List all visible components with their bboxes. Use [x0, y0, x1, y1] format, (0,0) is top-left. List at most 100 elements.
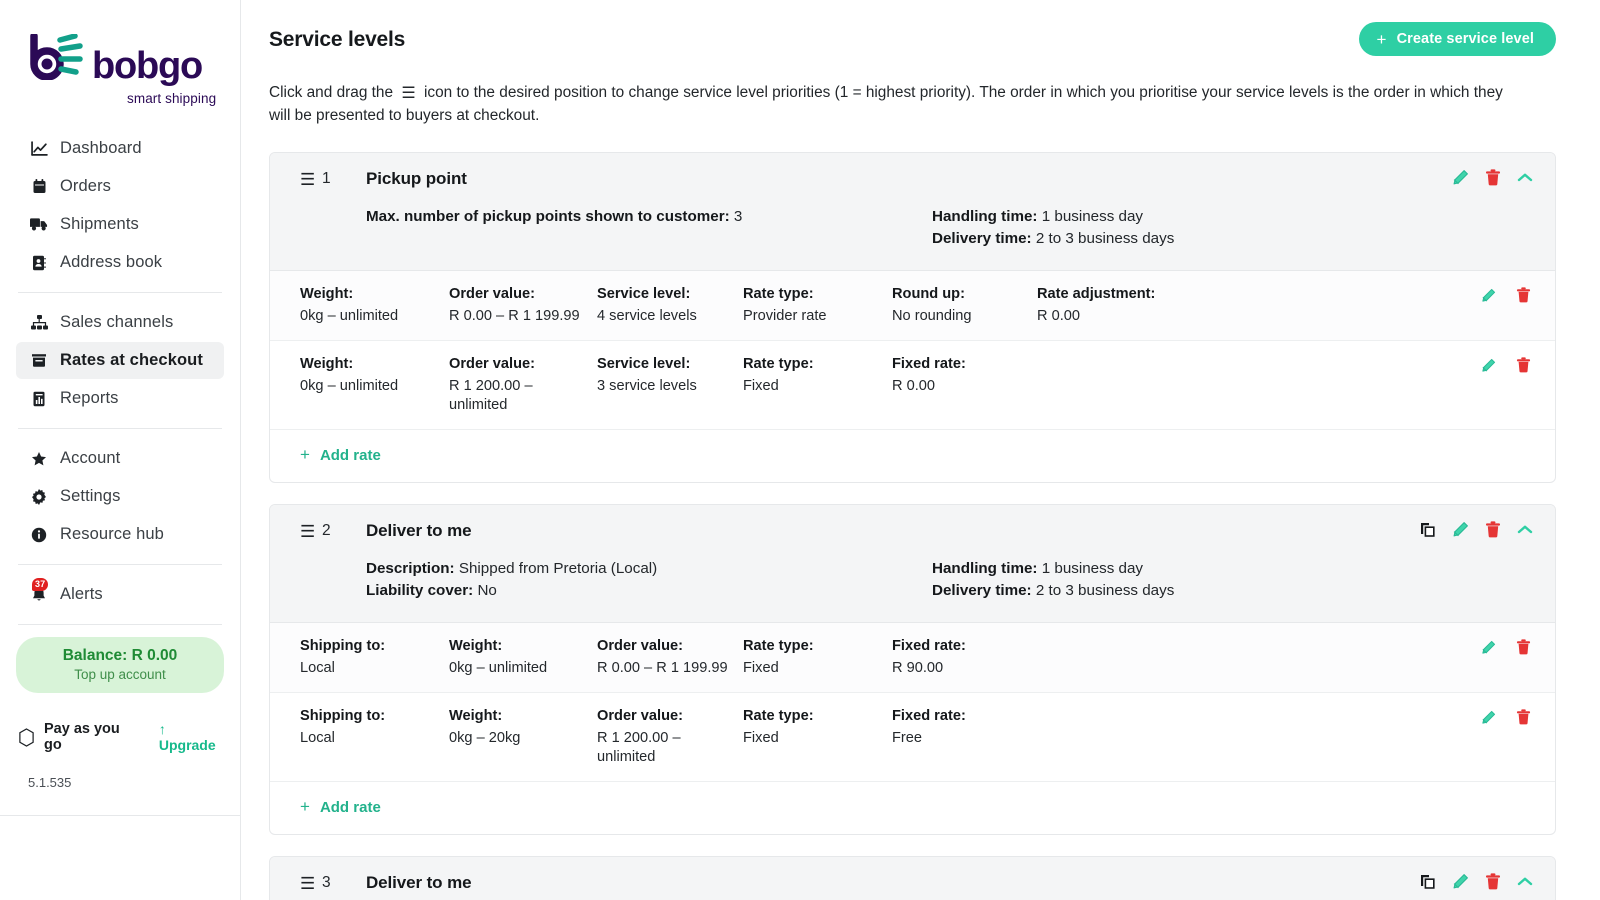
sidebar-item-alerts[interactable]: 37 Alerts — [16, 576, 224, 613]
sidebar-bottom-divider — [0, 815, 240, 816]
collapse-icon[interactable] — [1517, 876, 1533, 887]
sidebar-item-label: Reports — [60, 389, 118, 408]
rate-cell: Service level: 4 service levels — [597, 285, 743, 326]
sidebar-item-resource-hub[interactable]: Resource hub — [16, 516, 224, 553]
sidebar-item-rates-at-checkout[interactable]: Rates at checkout — [16, 342, 224, 379]
delete-icon[interactable] — [1516, 357, 1531, 373]
sidebar-item-shipments[interactable]: Shipments — [16, 206, 224, 243]
store-icon — [30, 352, 48, 370]
edit-icon[interactable] — [1481, 358, 1496, 373]
rate-actions — [1481, 287, 1531, 303]
plan-name: Pay as you go — [44, 721, 138, 753]
drag-handle-icon[interactable]: ☰ — [300, 875, 322, 892]
sidebar-item-reports[interactable]: Reports — [16, 380, 224, 417]
plus-icon: + — [1377, 31, 1387, 48]
meta-line: Handling time: 1 business day — [932, 558, 1537, 580]
rate-cell-label: Order value: — [449, 355, 583, 374]
rate-cell: Rate type: Fixed — [743, 355, 892, 396]
edit-icon[interactable] — [1452, 169, 1469, 186]
top-up-account-link[interactable]: Top up account — [24, 667, 216, 682]
sidebar-item-label: Resource hub — [60, 525, 164, 544]
rate-cell-value: Local — [300, 729, 435, 748]
meta-value: Shipped from Pretoria (Local) — [459, 560, 657, 577]
card-header: ☰ 3 Deliver to me — [270, 857, 1555, 900]
card-meta-right: Handling time: 1 business day Delivery t… — [932, 206, 1537, 250]
card-meta-left: Max. number of pickup points shown to cu… — [366, 206, 932, 250]
rate-cell: Shipping to: Local — [300, 637, 449, 678]
delete-icon[interactable] — [1485, 521, 1501, 538]
sitemap-icon — [30, 314, 48, 332]
rate-cell-value: R 1 200.00 – unlimited — [597, 729, 729, 767]
edit-icon[interactable] — [1481, 710, 1496, 725]
edit-icon[interactable] — [1481, 640, 1496, 655]
rate-cell: Rate adjustment: R 0.00 — [1037, 285, 1237, 326]
rate-cell-value: R 0.00 — [1037, 307, 1223, 326]
add-rate-button[interactable]: + Add rate — [270, 429, 1555, 482]
upgrade-link[interactable]: ↑ Upgrade — [159, 721, 224, 753]
rate-row[interactable]: Shipping to: Local Weight: 0kg – 20kg Or… — [270, 692, 1555, 781]
sidebar-item-label: Account — [60, 449, 120, 468]
drag-handle-icon[interactable]: ☰ — [300, 171, 322, 188]
rate-row[interactable]: Weight: 0kg – unlimited Order value: R 1… — [270, 340, 1555, 429]
rate-cell-label: Rate type: — [743, 285, 878, 304]
rate-row[interactable]: Weight: 0kg – unlimited Order value: R 0… — [270, 270, 1555, 340]
sidebar-item-label: Alerts — [60, 585, 103, 604]
collapse-icon[interactable] — [1517, 172, 1533, 183]
meta-value: 1 business day — [1042, 560, 1143, 577]
delete-icon[interactable] — [1516, 639, 1531, 655]
sidebar-item-account[interactable]: Account — [16, 440, 224, 477]
card-header: ☰ 1 Pickup point Max. number of pickup p… — [270, 153, 1555, 270]
card-actions — [1420, 873, 1533, 890]
meta-line: Delivery time: 2 to 3 business days — [932, 228, 1537, 250]
delete-icon[interactable] — [1485, 169, 1501, 186]
delete-icon[interactable] — [1485, 873, 1501, 890]
rate-cell-value: R 90.00 — [892, 659, 1023, 678]
rate-cell: Shipping to: Local — [300, 707, 449, 748]
rate-cell-label: Round up: — [892, 285, 1023, 304]
delete-icon[interactable] — [1516, 709, 1531, 725]
duplicate-icon[interactable] — [1420, 522, 1436, 538]
meta-label: Liability cover: — [366, 582, 473, 599]
instructions-part-2: icon to the desired position to change s… — [269, 84, 1503, 124]
rate-cell: Order value: R 1 200.00 – unlimited — [597, 707, 743, 767]
sidebar-item-settings[interactable]: Settings — [16, 478, 224, 515]
sidebar-item-orders[interactable]: Orders — [16, 168, 224, 205]
hexagon-icon — [18, 728, 35, 747]
edit-icon[interactable] — [1452, 521, 1469, 538]
add-rate-button[interactable]: + Add rate — [270, 781, 1555, 834]
rate-cell-value: R 1 200.00 – unlimited — [449, 377, 583, 415]
rate-cell-label: Shipping to: — [300, 637, 435, 656]
priority-index: 1 — [322, 170, 366, 188]
sidebar-item-dashboard[interactable]: Dashboard — [16, 130, 224, 167]
sidebar-item-address-book[interactable]: Address book — [16, 244, 224, 281]
sidebar-item-sales-channels[interactable]: Sales channels — [16, 304, 224, 341]
edit-icon[interactable] — [1452, 873, 1469, 890]
rate-cell: Weight: 0kg – 20kg — [449, 707, 597, 748]
meta-label: Max. number of pickup points shown to cu… — [366, 208, 730, 225]
create-service-level-button[interactable]: + Create service level — [1359, 22, 1556, 56]
rate-cell: Order value: R 0.00 – R 1 199.99 — [597, 637, 743, 678]
create-service-level-label: Create service level — [1397, 31, 1534, 47]
rate-cell: Fixed rate: Free — [892, 707, 1037, 748]
rate-cell-value: No rounding — [892, 307, 1023, 326]
rate-cell-label: Service level: — [597, 355, 729, 374]
meta-line: Max. number of pickup points shown to cu… — [366, 206, 932, 228]
rate-cell-value: Fixed — [743, 659, 878, 678]
meta-label: Handling time: — [932, 560, 1037, 577]
duplicate-icon[interactable] — [1420, 874, 1436, 890]
rate-actions — [1481, 709, 1531, 725]
service-level-list: ☰ 1 Pickup point Max. number of pickup p… — [269, 152, 1556, 900]
rate-row[interactable]: Shipping to: Local Weight: 0kg – unlimit… — [270, 622, 1555, 692]
card-header: ☰ 2 Deliver to me Description: Shipped f… — [270, 505, 1555, 622]
rate-cell-value: Provider rate — [743, 307, 878, 326]
delete-icon[interactable] — [1516, 287, 1531, 303]
collapse-icon[interactable] — [1517, 524, 1533, 535]
brand-logo[interactable]: bobgo smart shipping — [0, 4, 240, 106]
drag-handle-icon[interactable]: ☰ — [300, 523, 322, 540]
edit-icon[interactable] — [1481, 288, 1496, 303]
rate-cell-value: R 0.00 — [892, 377, 1023, 396]
star-icon — [30, 450, 48, 468]
card-meta-left: Description: Shipped from Pretoria (Loca… — [366, 558, 932, 602]
balance-card[interactable]: Balance: R 0.00 Top up account — [16, 637, 224, 693]
rate-cell: Weight: 0kg – unlimited — [300, 355, 449, 396]
